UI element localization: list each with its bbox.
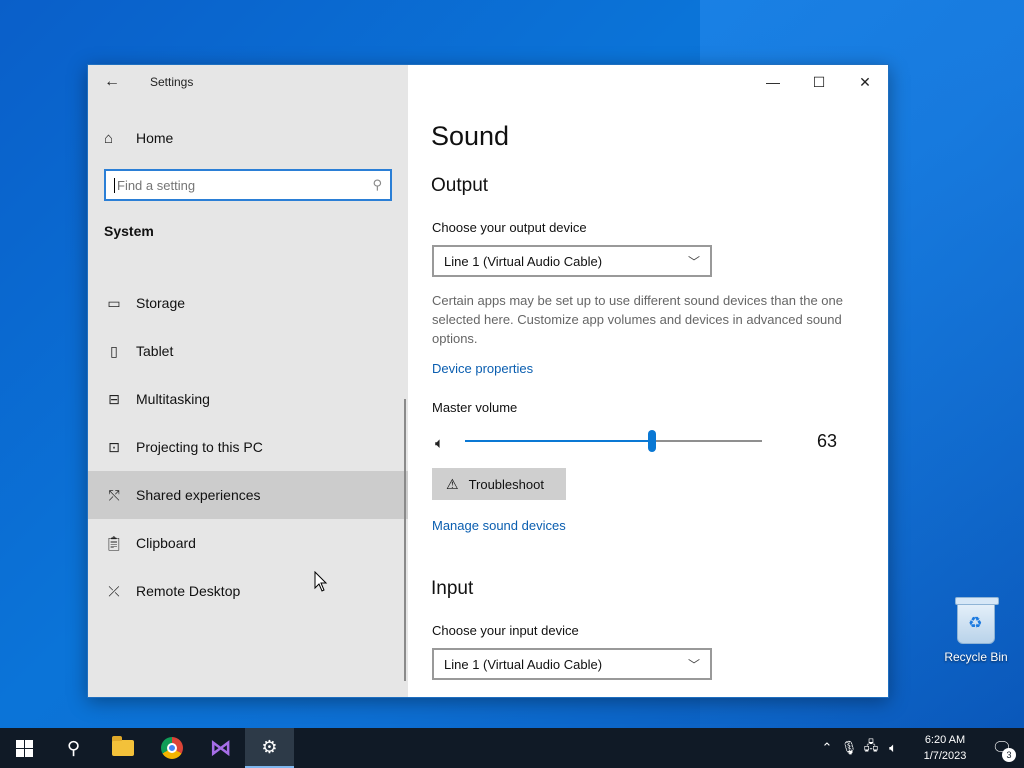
input-device-label: Choose your input device — [432, 623, 579, 638]
troubleshoot-button[interactable]: ⚠ Troubleshoot — [432, 468, 566, 500]
recycle-bin[interactable]: ♻ Recycle Bin — [940, 597, 1012, 664]
recycle-bin-icon: ♻ — [955, 597, 999, 644]
shared-experiences-icon: ⤲ — [108, 486, 120, 503]
projecting-icon: ⊡ — [108, 438, 120, 455]
section-label: System — [104, 223, 154, 239]
remote-desktop-icon: ⤫ — [108, 582, 120, 599]
sound-page: Sound Output Choose your output device L… — [431, 65, 871, 697]
speaker-icon[interactable]: 🔈︎ — [435, 435, 444, 452]
windows-logo-icon — [16, 739, 33, 757]
master-volume-value: 63 — [817, 431, 838, 451]
system-tray: ⌃ 🎙︎ 🖧︎ 🔈︎ 6:20 AM 1/7/2023 🗨︎ 3 — [816, 728, 1024, 768]
clock-time: 6:20 AM — [924, 734, 966, 746]
sidebar: ← Settings ⌂ Home ⚲ System ▭ Storage ▯ T… — [88, 65, 408, 697]
slider-thumb[interactable] — [648, 430, 656, 452]
taskbar-settings[interactable]: ⚙ — [245, 728, 294, 768]
storage-icon: ▭ — [107, 294, 121, 311]
chrome-icon — [160, 737, 183, 759]
output-description: Certain apps may be set up to use differ… — [432, 293, 843, 346]
app-title: Settings — [150, 75, 194, 89]
tablet-icon: ▯ — [110, 342, 118, 359]
search-icon: ⚲ — [372, 177, 382, 192]
sidebar-item-clipboard[interactable]: 📋︎ Clipboard — [88, 519, 408, 567]
settings-window: ← Settings ⌂ Home ⚲ System ▭ Storage ▯ T… — [87, 64, 889, 698]
home-icon: ⌂ — [104, 129, 114, 147]
taskbar-chrome[interactable] — [147, 728, 196, 768]
page-title: Sound — [431, 121, 510, 151]
sidebar-item-remote-desktop[interactable]: ⤫ Remote Desktop — [88, 567, 408, 615]
sidebar-item-label: Storage — [136, 295, 186, 311]
sidebar-item-projecting[interactable]: ⊡ Projecting to this PC — [88, 423, 408, 471]
sidebar-item-label: Remote Desktop — [136, 583, 241, 599]
recycle-bin-label: Recycle Bin — [944, 650, 1008, 664]
notification-badge: 3 — [1002, 748, 1016, 762]
nav-list: ▭ Storage ▯ Tablet ⊟ Multitasking ⊡ Proj… — [88, 279, 408, 615]
chevron-down-icon: ﹀ — [687, 657, 700, 672]
taskbar-search-button[interactable]: ⚲ — [49, 728, 98, 768]
search-box[interactable]: ⚲ — [104, 169, 392, 201]
sidebar-item-tablet[interactable]: ▯ Tablet — [88, 327, 408, 375]
sidebar-item-label: Tablet — [136, 343, 174, 359]
multitasking-icon: ⊟ — [108, 390, 120, 407]
sidebar-item-multitasking[interactable]: ⊟ Multitasking — [88, 375, 408, 423]
sidebar-scrollbar[interactable] — [404, 399, 406, 681]
chevron-down-icon: ﹀ — [687, 254, 700, 269]
master-volume-row: 🔈︎ 63 — [435, 430, 865, 459]
master-volume-slider[interactable] — [465, 430, 762, 452]
back-arrow-icon: ← — [104, 73, 120, 90]
volume-icon[interactable]: 🔈︎ — [882, 740, 904, 756]
start-button[interactable] — [0, 728, 49, 768]
taskbar-visual-studio[interactable]: ⋈ — [196, 728, 245, 768]
search-input[interactable] — [114, 177, 373, 193]
sidebar-item-label: Multitasking — [136, 391, 210, 407]
gear-icon: ⚙ — [261, 736, 278, 757]
clock-date: 1/7/2023 — [923, 750, 967, 762]
mouse-cursor-icon — [314, 571, 328, 592]
title-bar: ← Settings — [88, 65, 408, 99]
sidebar-item-label: Shared experiences — [136, 487, 261, 503]
input-device-value: Line 1 (Virtual Audio Cable) — [444, 656, 603, 672]
slider-fill — [465, 440, 652, 442]
search-icon: ⚲ — [66, 737, 81, 758]
sidebar-item-label: Projecting to this PC — [136, 439, 263, 455]
output-device-value: Line 1 (Virtual Audio Cable) — [444, 253, 603, 269]
network-icon[interactable]: 🖧︎ — [860, 737, 882, 759]
output-device-dropdown[interactable]: Line 1 (Virtual Audio Cable) ﹀ — [432, 245, 712, 277]
output-device-label: Choose your output device — [432, 220, 587, 235]
output-heading: Output — [431, 175, 489, 196]
troubleshoot-label: Troubleshoot — [468, 476, 544, 492]
sidebar-item-shared-experiences[interactable]: ⤲ Shared experiences — [88, 471, 408, 519]
sidebar-item-label: Clipboard — [136, 535, 196, 551]
taskbar: ⚲ ⋈ ⚙ ⌃ 🎙︎ 🖧︎ 🔈︎ 6:20 AM 1/7/2023 🗨︎ 3 — [0, 728, 1024, 768]
input-device-dropdown[interactable]: Line 1 (Virtual Audio Cable) ﹀ — [432, 648, 712, 680]
sidebar-item-storage[interactable]: ▭ Storage — [88, 279, 408, 327]
input-heading: Input — [431, 578, 474, 599]
warning-icon: ⚠ — [446, 475, 459, 492]
folder-icon — [111, 736, 134, 756]
home-label: Home — [136, 130, 174, 146]
back-button[interactable]: ← — [88, 65, 136, 99]
action-center-button[interactable]: 🗨︎ 3 — [980, 728, 1024, 768]
visual-studio-icon: ⋈ — [209, 735, 232, 760]
clipboard-icon: 📋︎ — [105, 534, 123, 551]
taskbar-file-explorer[interactable] — [98, 728, 147, 768]
sidebar-item-home[interactable]: ⌂ Home — [88, 119, 408, 157]
microphone-icon[interactable]: 🎙︎ — [838, 740, 860, 756]
chevron-up-icon[interactable]: ⌃ — [816, 740, 838, 756]
master-volume-label: Master volume — [432, 400, 518, 415]
clock[interactable]: 6:20 AM 1/7/2023 — [910, 732, 980, 764]
manage-sound-devices-link[interactable]: Manage sound devices — [432, 518, 566, 533]
device-properties-link[interactable]: Device properties — [432, 361, 533, 376]
